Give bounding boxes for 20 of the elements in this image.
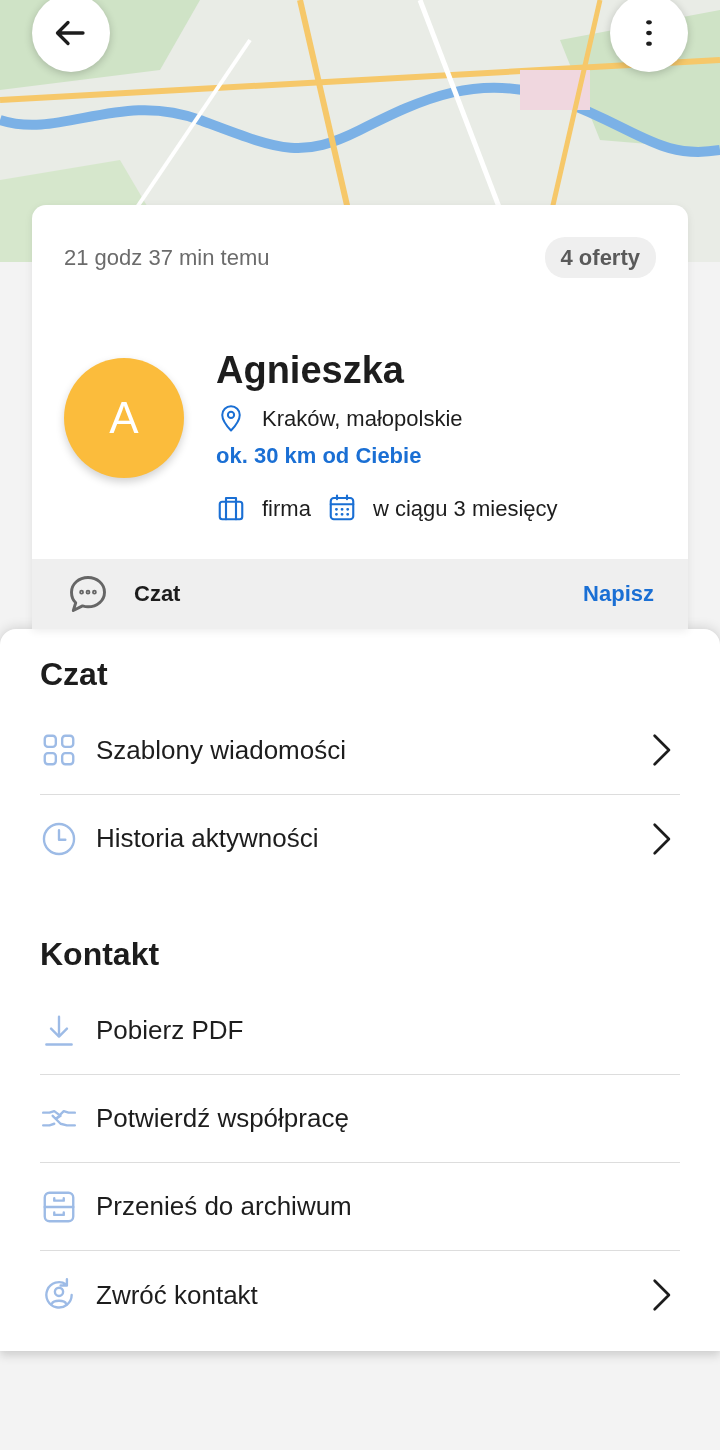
clock-icon [40, 820, 78, 858]
chat-label: Czat [134, 580, 181, 609]
location-text: Kraków, małopolskie [262, 404, 463, 433]
menu-item[interactable]: Historia aktywności [40, 795, 680, 883]
time-ago: 21 godz 37 min temu [64, 244, 270, 272]
more-vertical-icon [646, 20, 652, 46]
section-title: Czat [40, 654, 109, 693]
avatar: A [64, 358, 184, 478]
offers-badge: 4 oferty [544, 237, 656, 278]
tag-text: firma [262, 494, 311, 523]
write-link[interactable]: Napisz [583, 577, 654, 611]
tag-text: w ciągu 3 miesięcy [372, 494, 558, 523]
menu-item[interactable]: Zwróć kontakt [40, 1251, 680, 1340]
section-title: Kontakt [40, 935, 161, 974]
menu-item[interactable]: Szablony wiadomości [40, 707, 680, 795]
menu-item[interactable]: Pobierz PDF [40, 987, 680, 1076]
distance-text: ok. 30 km od Ciebie [216, 441, 423, 470]
person-name: Agnieszka [216, 348, 405, 393]
menu-item[interactable]: Potwierdź współpracę [40, 1075, 680, 1164]
menu-item[interactable]: Przenieś do archiwum [40, 1163, 680, 1252]
